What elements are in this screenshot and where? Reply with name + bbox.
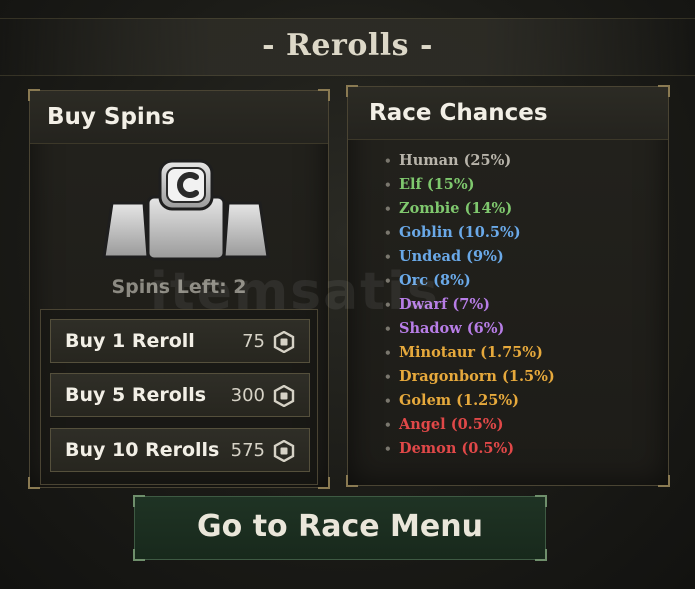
corner-ornament [535, 549, 547, 561]
buy-button-label: Buy 1 Reroll [65, 330, 195, 352]
bullet-icon: • [384, 178, 392, 192]
buy-1-reroll-button[interactable]: Buy 1 Reroll 75 [50, 319, 310, 363]
bullet-icon: • [384, 226, 392, 240]
bullet-icon: • [384, 154, 392, 168]
corner-ornament [346, 475, 358, 487]
buy-button-label: Buy 10 Rerolls [65, 439, 220, 461]
race-list-item: • Golem (1.25%) [381, 389, 555, 413]
watermark: itemsatis [150, 262, 440, 322]
race-list-item: • Zombie (14%) [381, 197, 555, 221]
spin-token-icon [102, 159, 270, 261]
buy-button-price: 575 [230, 440, 265, 461]
bullet-icon: • [384, 394, 392, 408]
robux-coin-icon [273, 440, 295, 462]
race-list-item: • Elf (15%) [381, 173, 555, 197]
go-to-race-menu-button[interactable]: Go to Race Menu [133, 495, 547, 561]
corner-ornament [133, 495, 145, 507]
corner-ornament [318, 477, 330, 489]
bullet-icon: • [384, 418, 392, 432]
corner-ornament [28, 477, 40, 489]
race-chance-label: Goblin (10.5%) [399, 224, 521, 241]
race-list-item: • Minotaur (1.75%) [381, 341, 555, 365]
robux-coin-icon [273, 385, 295, 407]
page-title: - Rerolls - [262, 28, 433, 63]
buy-spins-header: Buy Spins [30, 91, 328, 144]
robux-coin-icon [273, 331, 295, 353]
bullet-icon: • [384, 442, 392, 456]
buy-button-label: Buy 5 Rerolls [65, 384, 207, 406]
buy-spins-title: Buy Spins [47, 104, 175, 130]
race-chances-header: Race Chances [348, 87, 668, 140]
race-chance-label: Zombie (14%) [399, 200, 513, 217]
buy-5-rerolls-button[interactable]: Buy 5 Rerolls 300 [50, 373, 310, 417]
buy-button-price: 300 [230, 385, 265, 406]
race-list-item: • Human (25%) [381, 149, 555, 173]
race-chance-label: Elf (15%) [399, 176, 475, 193]
buy-button-price: 75 [242, 331, 265, 352]
go-button-label: Go to Race Menu [197, 509, 483, 544]
race-chance-label: Angel (0.5%) [399, 416, 504, 433]
buy-buttons-group: Buy 1 Reroll 75 Buy 5 Rerolls 300 Buy 10… [40, 309, 318, 485]
bullet-icon: • [384, 346, 392, 360]
race-chance-label: Human (25%) [399, 152, 512, 169]
corner-ornament [133, 549, 145, 561]
bullet-icon: • [384, 202, 392, 216]
race-chance-label: Demon (0.5%) [399, 440, 515, 457]
race-list-item: • Dragonborn (1.5%) [381, 365, 555, 389]
race-list-item: • Angel (0.5%) [381, 413, 555, 437]
race-list-item: • Goblin (10.5%) [381, 221, 555, 245]
corner-ornament [658, 475, 670, 487]
race-list-item: • Demon (0.5%) [381, 437, 555, 461]
race-chance-label: Dragonborn (1.5%) [399, 368, 555, 385]
race-chance-label: Shadow (6%) [399, 320, 505, 337]
race-chances-title: Race Chances [369, 100, 548, 126]
race-chance-label: Golem (1.25%) [399, 392, 519, 409]
buy-10-rerolls-button[interactable]: Buy 10 Rerolls 575 [50, 428, 310, 472]
race-chance-label: Minotaur (1.75%) [399, 344, 543, 361]
corner-ornament [535, 495, 547, 507]
bullet-icon: • [384, 370, 392, 384]
